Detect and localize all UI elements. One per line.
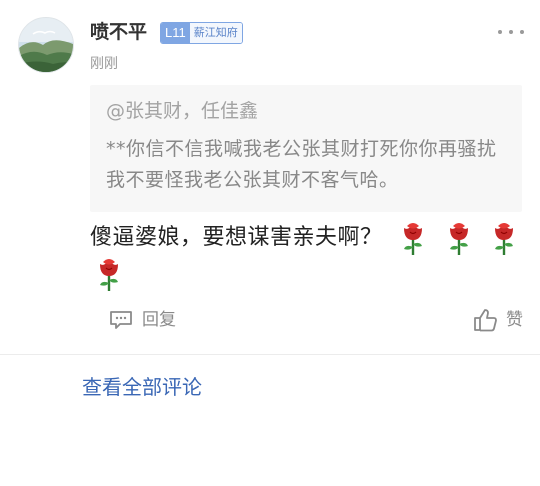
avatar[interactable]	[18, 17, 74, 73]
comment-time: 刚刚	[90, 56, 118, 72]
reply-label: 回复	[142, 310, 176, 330]
like-button[interactable]: 赞	[472, 306, 523, 334]
badge-org-label: 薪江知府	[189, 23, 242, 43]
dot-icon	[520, 30, 524, 34]
author-name[interactable]: 喷不平	[90, 18, 147, 46]
reply-button[interactable]: 回复	[108, 306, 176, 334]
rose-icon	[495, 223, 514, 255]
rose-icon	[100, 259, 118, 291]
comment-bubble-icon	[110, 311, 132, 329]
like-label: 赞	[506, 310, 523, 330]
level-label: L11	[161, 23, 190, 43]
divider	[0, 354, 540, 355]
quoted-text: **你信不信我喊我老公张其财打死你你再骚扰我不要怪我老公张其财不客气哈。	[106, 138, 497, 191]
quoted-author[interactable]: @张其财，任佳鑫	[106, 98, 258, 124]
quoted-comment[interactable]: @张其财，任佳鑫 **你信不信我喊我老公张其财打死你你再骚扰我不要怪我老公张其财…	[90, 85, 522, 212]
more-options-button[interactable]	[498, 22, 524, 42]
comment-card: 喷不平 L11 薪江知府 刚刚 @张其财，任佳鑫 **你信不信我喊我老公张其财打…	[0, 0, 540, 354]
view-all-comments-link[interactable]: 查看全部评论	[82, 372, 202, 402]
comment-text: 傻逼婆娘，要想谋害亲夫啊？	[90, 225, 383, 250]
rose-icon	[449, 223, 468, 255]
thumbs-up-icon	[474, 309, 497, 332]
user-level-badge: L11 薪江知府	[160, 22, 243, 44]
dot-icon	[509, 30, 513, 34]
comment-content: 傻逼婆娘，要想谋害亲夫啊？	[90, 220, 530, 292]
rose-icon	[404, 223, 423, 255]
dot-icon	[498, 30, 502, 34]
landscape-avatar-image	[19, 18, 73, 72]
